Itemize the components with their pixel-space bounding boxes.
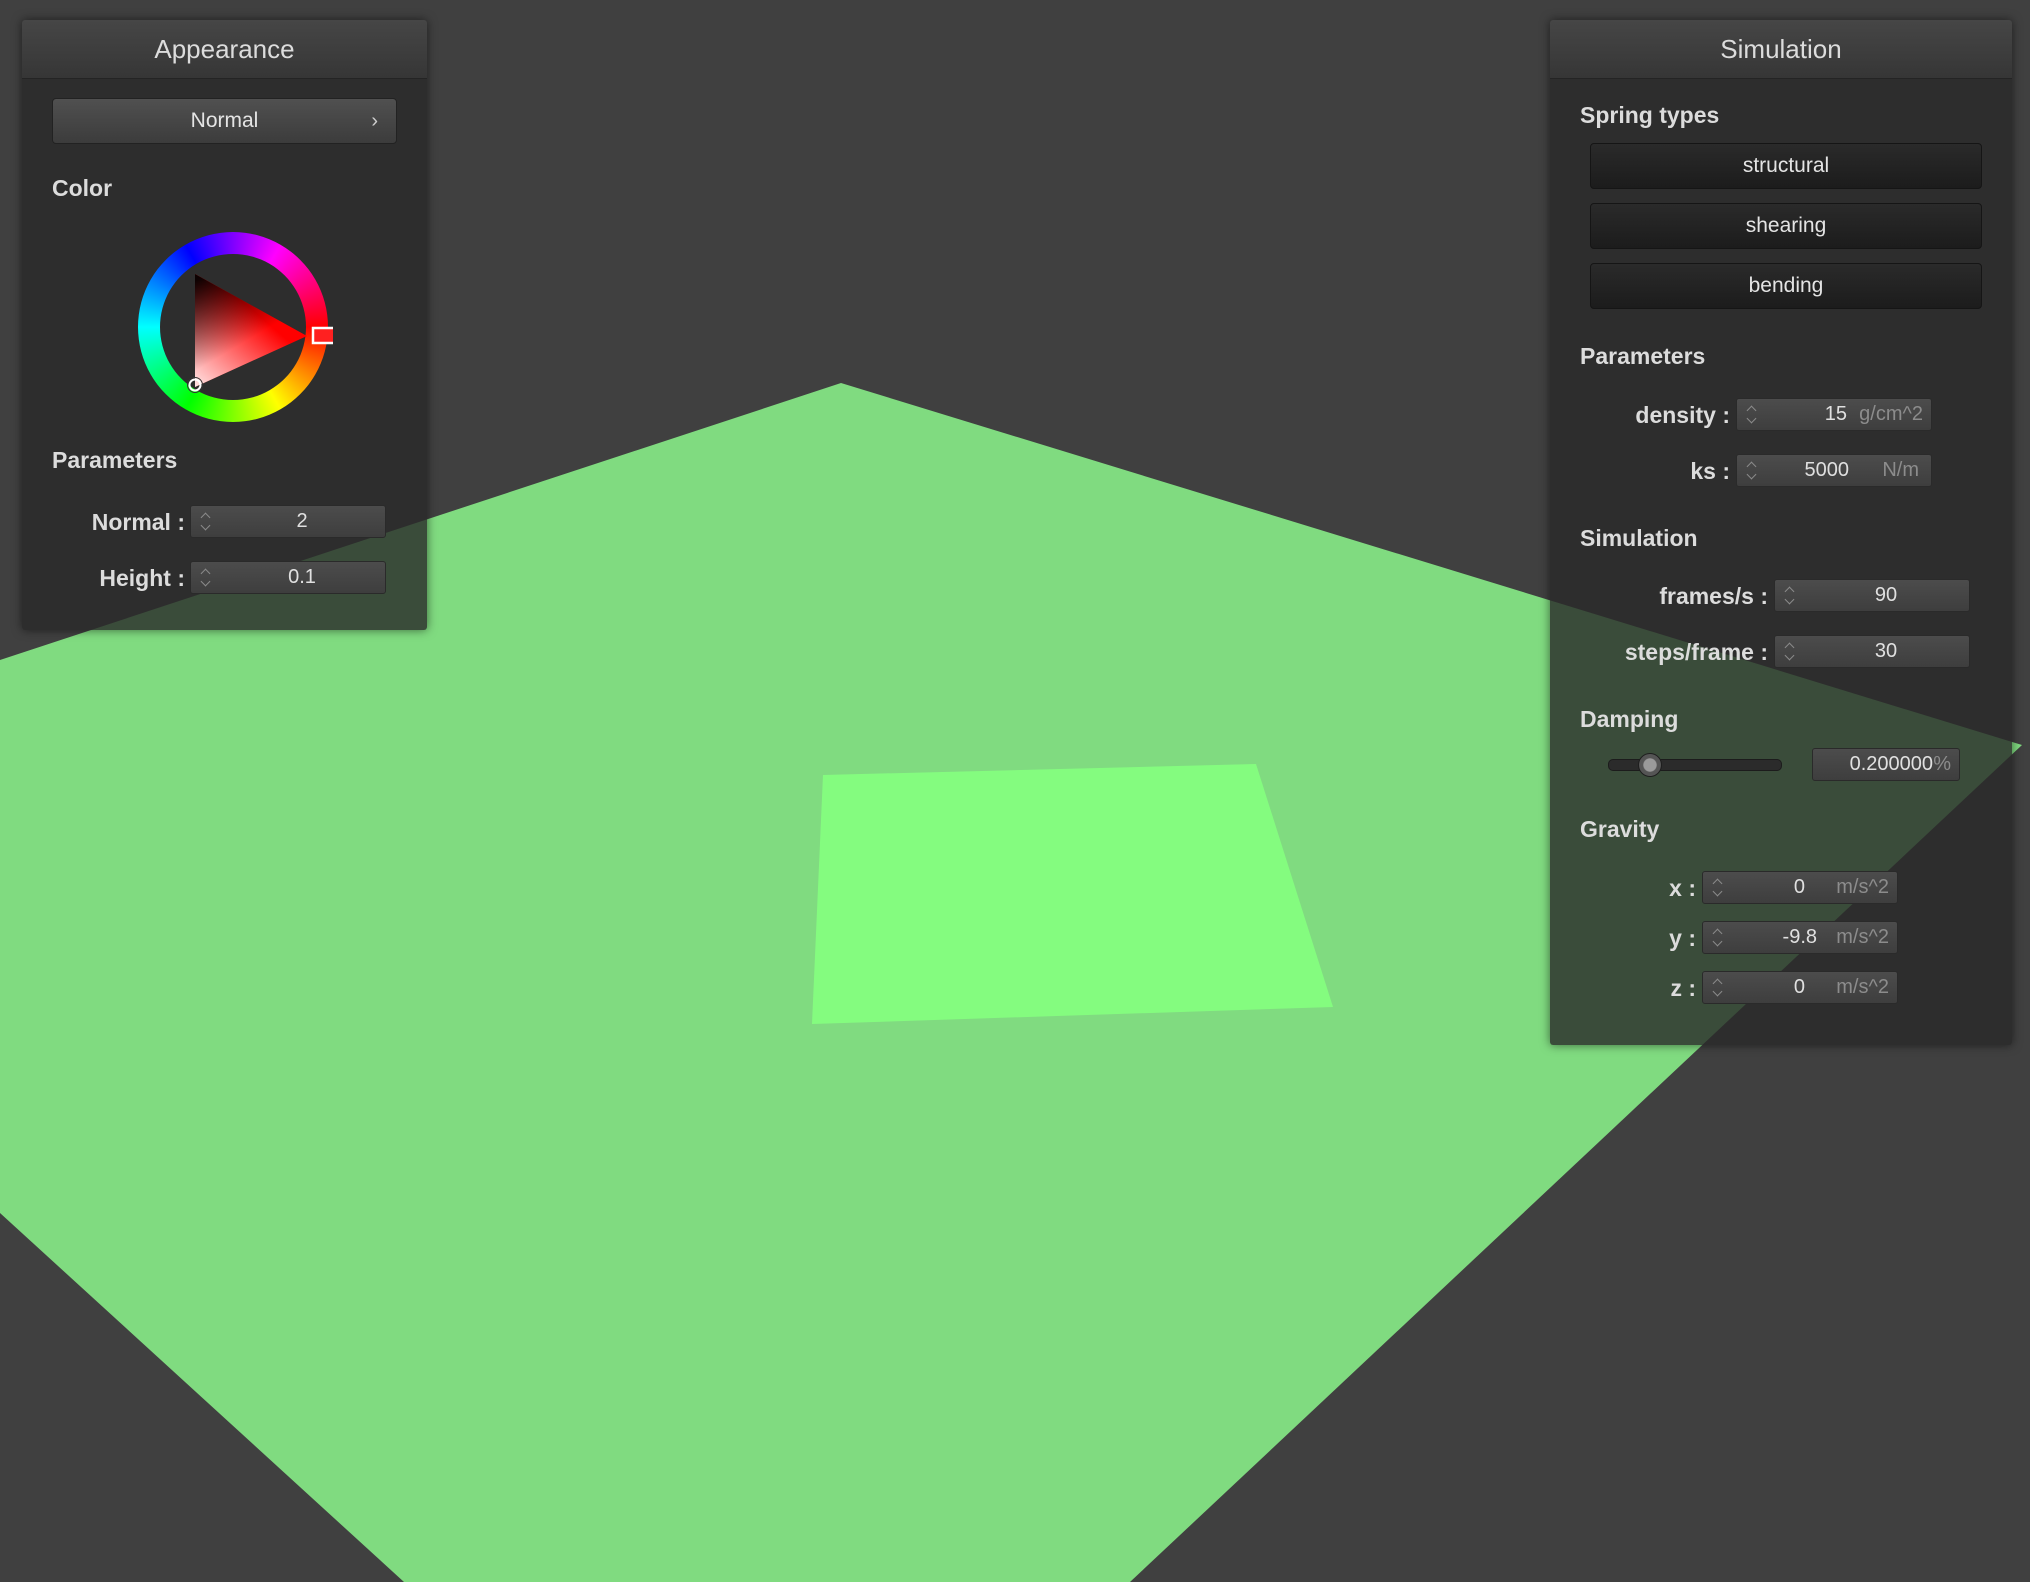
steps-per-frame-input[interactable]: 30	[1774, 635, 1970, 668]
structural-button[interactable]: structural	[1590, 143, 1982, 189]
simulation-panel-title: Simulation	[1550, 20, 2012, 79]
spin-arrows-icon[interactable]	[1712, 976, 1724, 1000]
shader-select-button[interactable]: Normal ›	[52, 98, 397, 144]
normal-input[interactable]: 2	[190, 505, 386, 538]
simulation-panel: Simulation Spring types structural shear…	[1550, 20, 2012, 1045]
density-value: 15	[1824, 403, 1847, 425]
height-label: Height :	[99, 565, 185, 591]
simulation-parameters-label: Parameters	[1580, 343, 1706, 369]
simulation-section-label: Simulation	[1580, 525, 1698, 551]
damping-value: 0.200000	[1849, 753, 1933, 775]
damping-input[interactable]: 0.200000 %	[1812, 748, 1960, 781]
shearing-button[interactable]: shearing	[1590, 203, 1982, 249]
normal-value: 2	[296, 510, 308, 532]
bending-button[interactable]: bending	[1590, 263, 1982, 309]
gravity-y-unit: m/s^2	[1836, 926, 1889, 948]
shader-select-label: Normal	[190, 109, 259, 132]
ks-label: ks :	[1690, 458, 1730, 484]
gravity-z-input[interactable]: 0 m/s^2	[1702, 971, 1898, 1004]
density-input[interactable]: 15 g/cm^2	[1736, 398, 1932, 431]
density-label: density :	[1635, 402, 1730, 428]
gravity-z-label: z :	[1670, 975, 1696, 1001]
color-wheel[interactable]	[133, 227, 333, 427]
cloth-highlight-patch	[812, 764, 1333, 1024]
ks-input[interactable]: 5000 N/m	[1736, 454, 1932, 487]
ks-unit: N/m	[1882, 459, 1919, 481]
gravity-y-label: y :	[1669, 925, 1696, 951]
height-input[interactable]: 0.1	[190, 561, 386, 594]
gravity-x-label: x :	[1669, 875, 1696, 901]
gravity-z-unit: m/s^2	[1836, 976, 1889, 998]
steps-per-frame-label: steps/frame :	[1624, 639, 1768, 665]
steps-per-frame-value: 30	[1874, 640, 1898, 662]
spin-arrows-icon[interactable]	[200, 510, 212, 534]
height-value: 0.1	[288, 566, 316, 588]
damping-unit: %	[1933, 753, 1951, 775]
gravity-x-value: 0	[1793, 876, 1805, 898]
spin-arrows-icon[interactable]	[1746, 403, 1758, 427]
damping-slider[interactable]	[1608, 759, 1782, 771]
ks-value: 5000	[1804, 459, 1850, 481]
hue-marker	[311, 326, 333, 345]
damping-slider-handle[interactable]	[1638, 753, 1662, 777]
spin-arrows-icon[interactable]	[200, 566, 212, 590]
appearance-panel: Appearance Normal › Color Parameters Nor…	[22, 20, 427, 630]
spin-arrows-icon[interactable]	[1712, 926, 1724, 950]
gravity-z-value: 0	[1793, 976, 1805, 998]
frames-per-second-input[interactable]: 90	[1774, 579, 1970, 612]
normal-label: Normal :	[91, 509, 185, 535]
frames-per-second-value: 90	[1874, 584, 1898, 606]
appearance-panel-title: Appearance	[22, 20, 427, 79]
appearance-parameters-label: Parameters	[52, 447, 178, 473]
gravity-x-unit: m/s^2	[1836, 876, 1889, 898]
frames-per-second-label: frames/s :	[1659, 583, 1768, 609]
spin-arrows-icon[interactable]	[1784, 584, 1796, 608]
gravity-y-value: -9.8	[1782, 926, 1817, 948]
color-section-label: Color	[52, 175, 113, 201]
spin-arrows-icon[interactable]	[1784, 640, 1796, 664]
spring-types-label: Spring types	[1580, 102, 1720, 128]
gravity-label: Gravity	[1580, 816, 1660, 842]
chevron-right-icon: ›	[371, 110, 378, 132]
gravity-x-input[interactable]: 0 m/s^2	[1702, 871, 1898, 904]
spin-arrows-icon[interactable]	[1712, 876, 1724, 900]
gravity-y-input[interactable]: -9.8 m/s^2	[1702, 921, 1898, 954]
spin-arrows-icon[interactable]	[1746, 459, 1758, 483]
density-unit: g/cm^2	[1859, 403, 1923, 425]
damping-label: Damping	[1580, 706, 1679, 732]
